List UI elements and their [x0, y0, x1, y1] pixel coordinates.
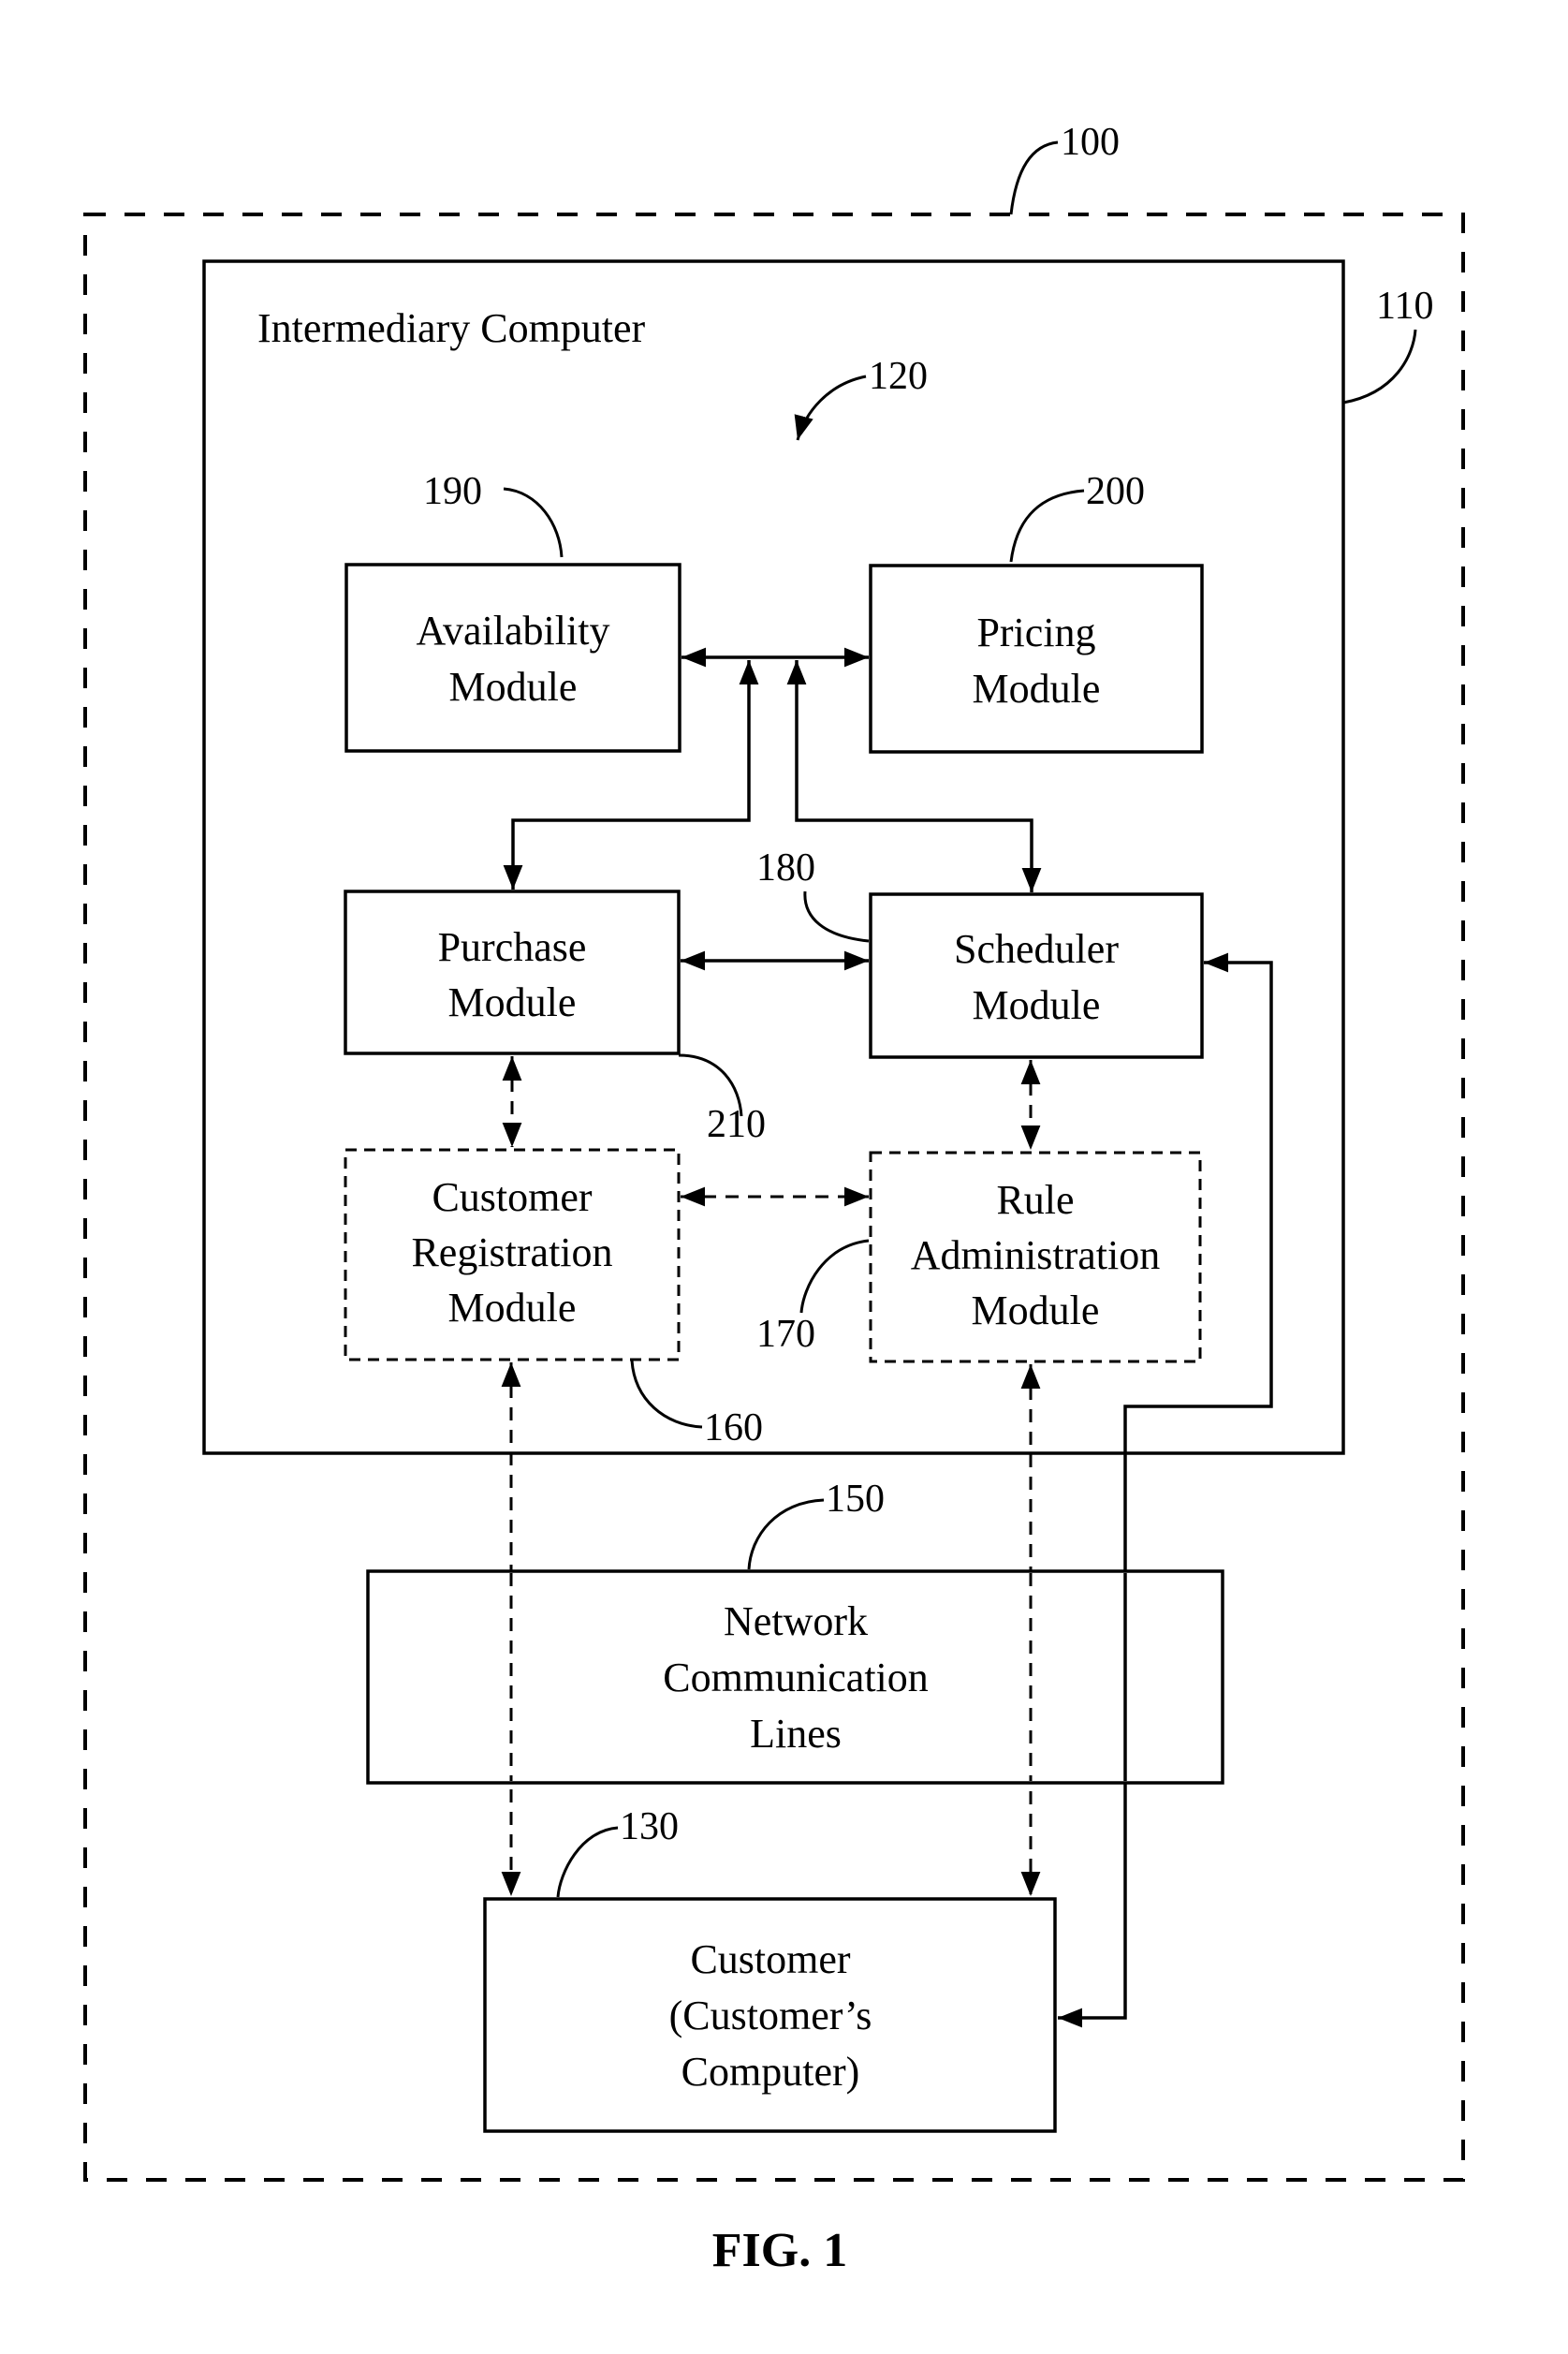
network-label-3: Lines: [750, 1711, 842, 1757]
purchase-label-2: Module: [448, 979, 577, 1025]
scheduler-module: [869, 892, 1204, 1059]
figure-caption: FIG. 1: [712, 2224, 847, 2277]
customer-label-1: Customer: [690, 1936, 850, 1982]
system-diagram: 100 Intermediary Computer 110 120 Availa…: [83, 121, 1465, 2277]
ref-190: 190: [423, 470, 482, 513]
intermediary-computer-title: Intermediary Computer: [257, 305, 646, 351]
leader-100: [1009, 140, 1059, 215]
customer-registration-label-2: Registration: [411, 1229, 612, 1275]
ref-180: 180: [756, 846, 815, 890]
pricing-label-2: Module: [973, 666, 1101, 712]
customer-label-2: (Customer’s: [669, 1993, 872, 2038]
purchase-label-1: Purchase: [438, 924, 587, 970]
pricing-label-1: Pricing: [976, 610, 1095, 655]
rule-administration-label-3: Module: [972, 1287, 1100, 1333]
ref-120: 120: [869, 355, 928, 398]
leader-130: [556, 1826, 619, 1898]
leader-150: [747, 1498, 825, 1570]
rule-administration-label-2: Administration: [911, 1232, 1160, 1278]
availability-label-1: Availability: [417, 608, 610, 654]
pricing-module: [869, 564, 1204, 754]
purchase-module: [344, 890, 681, 1055]
ref-150: 150: [826, 1478, 885, 1521]
leader-110: [1342, 329, 1417, 405]
customer-registration-label-3: Module: [448, 1285, 577, 1331]
network-label-1: Network: [724, 1598, 868, 1644]
ref-130: 130: [620, 1805, 679, 1848]
ref-210: 210: [707, 1103, 766, 1146]
ref-160: 160: [704, 1406, 763, 1449]
customer-registration-label-1: Customer: [432, 1174, 592, 1220]
scheduler-label-1: Scheduler: [954, 926, 1119, 972]
ref-200: 200: [1086, 470, 1145, 513]
ref-100: 100: [1061, 121, 1120, 164]
availability-module: [344, 563, 681, 753]
network-label-2: Communication: [663, 1655, 929, 1700]
ref-110: 110: [1376, 285, 1433, 328]
ref-170: 170: [756, 1313, 815, 1356]
scheduler-label-2: Module: [973, 982, 1101, 1028]
rule-administration-label-1: Rule: [996, 1177, 1074, 1223]
availability-label-2: Module: [449, 664, 578, 710]
customer-label-3: Computer): [681, 2049, 860, 2095]
